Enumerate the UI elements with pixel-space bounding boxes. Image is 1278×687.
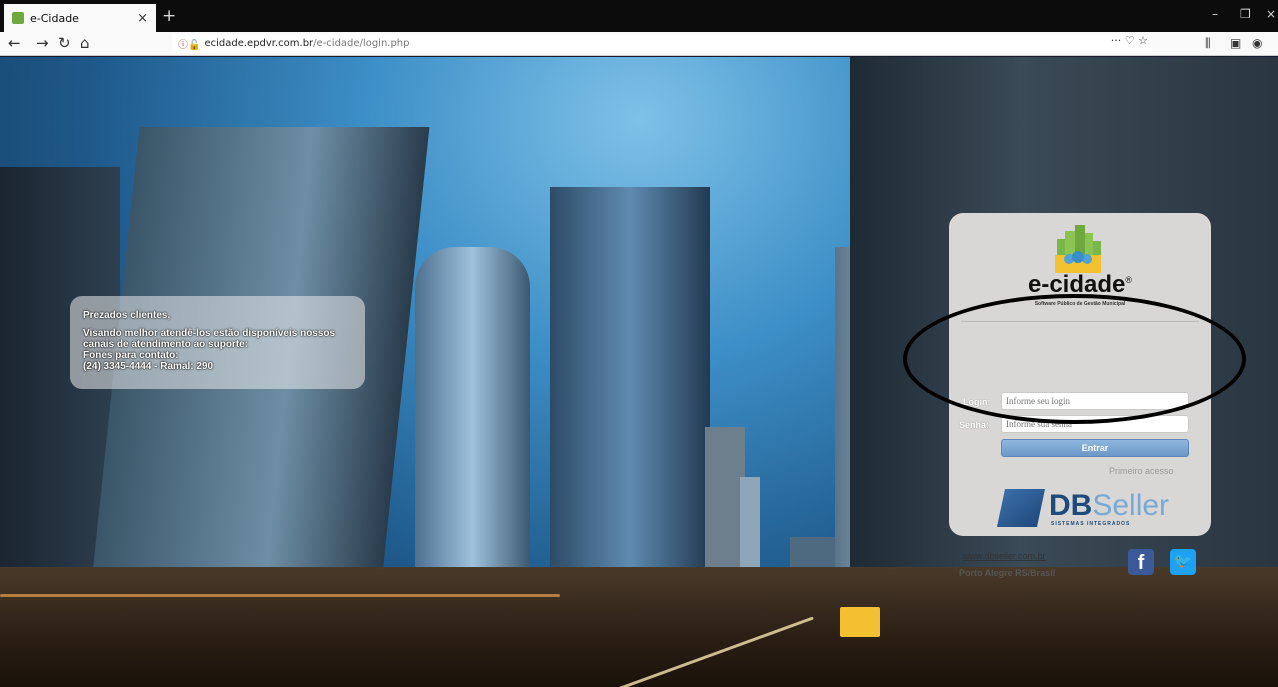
url-bar[interactable]: ⓘ🔓 ecidade.epdvr.com.br /e-cidade/login.… xyxy=(172,34,1152,53)
browser-tab[interactable]: e-Cidade × xyxy=(4,4,156,32)
password-label: Senha: xyxy=(959,420,990,430)
dbseller-logo-icon xyxy=(996,489,1046,527)
back-icon[interactable]: ← xyxy=(8,34,21,52)
login-button[interactable]: Entrar xyxy=(1001,439,1189,457)
support-notice: Prezados clientes, Visando melhor atendê… xyxy=(70,296,365,389)
new-tab-button[interactable]: + xyxy=(162,6,176,26)
url-path: /e-cidade/login.php xyxy=(313,38,410,49)
first-access-link[interactable]: Primeiro acesso xyxy=(1109,466,1174,476)
bus-shape xyxy=(840,607,880,637)
library-icon[interactable]: ⫼ xyxy=(1205,36,1211,51)
e-cidade-logo-icon xyxy=(1055,225,1101,273)
twitter-icon[interactable]: 🐦 xyxy=(1170,549,1196,575)
dbseller-subtitle: SISTEMAS INTEGRADOS xyxy=(1051,521,1131,527)
light-streak xyxy=(0,594,560,597)
browser-nav-bar: ← → ↻ ⌂ ⓘ🔓 ecidade.epdvr.com.br /e-cidad… xyxy=(0,32,1278,56)
street-shape xyxy=(0,567,1278,687)
favicon-icon xyxy=(12,12,24,24)
dbseller-logo: DBSeller SISTEMAS INTEGRADOS xyxy=(996,489,1169,529)
notice-phones-label: Fones para contato: xyxy=(83,350,179,361)
tab-title: e-Cidade xyxy=(30,11,79,25)
dbseller-website-link[interactable]: www.dbseller.com.br xyxy=(963,551,1046,561)
company-location: Porto Alegre RS/Brasil xyxy=(959,568,1056,578)
extension-icon[interactable]: ◉ xyxy=(1252,36,1262,50)
tab-close-icon[interactable]: × xyxy=(137,11,148,26)
reload-icon[interactable]: ↻ xyxy=(58,34,71,52)
notice-message: Visando melhor atendê-los estão disponív… xyxy=(83,328,336,350)
annotation-ellipse xyxy=(903,294,1246,424)
sidebar-icon[interactable]: ▣ xyxy=(1230,36,1241,50)
maximize-button[interactable]: ❐ xyxy=(1240,7,1251,21)
notice-greeting: Prezados clientes, xyxy=(83,310,171,321)
page-background: Prezados clientes, Visando melhor atendê… xyxy=(0,57,1278,687)
insecure-lock-icon[interactable]: ⓘ🔓 xyxy=(178,36,200,51)
forward-icon[interactable]: → xyxy=(36,34,49,52)
page-actions-icon[interactable]: ··· ♡ ☆ xyxy=(1111,34,1148,47)
home-icon[interactable]: ⌂ xyxy=(80,34,90,52)
minimize-button[interactable]: – xyxy=(1212,7,1218,21)
dbseller-wordmark: DBSeller xyxy=(1049,489,1170,522)
facebook-icon[interactable]: f xyxy=(1128,549,1154,575)
url-host: ecidade.epdvr.com.br xyxy=(204,38,314,49)
close-window-button[interactable]: × xyxy=(1266,7,1276,21)
browser-tab-bar: e-Cidade × + – ❐ × xyxy=(0,0,1278,32)
notice-phone: (24) 3345-4444 - Ramal: 290 xyxy=(83,361,214,372)
